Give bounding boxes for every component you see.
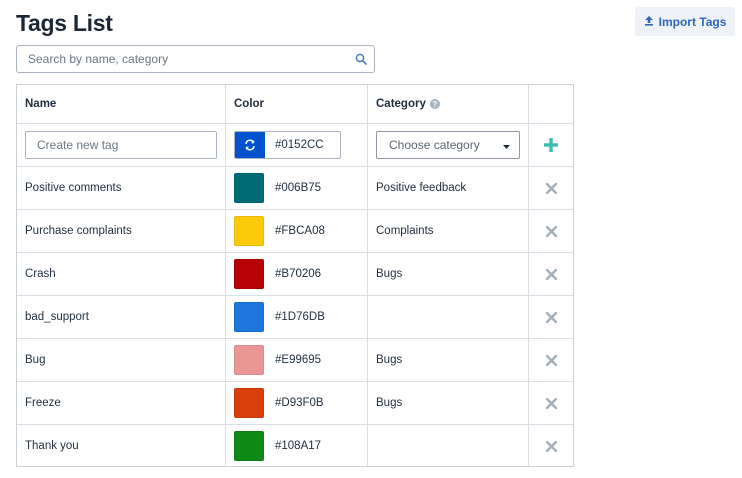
color-swatch[interactable] xyxy=(234,431,264,461)
header-category: Category ? xyxy=(368,85,529,123)
tag-color-cell: #1D76DB xyxy=(226,296,368,338)
import-tags-label: Import Tags xyxy=(658,14,727,29)
tag-category: Positive feedback xyxy=(368,167,529,209)
tag-color-value: #E99695 xyxy=(275,354,322,366)
tag-color-cell: #E99695 xyxy=(226,339,368,381)
table-row: Freeze #D93F0B Bugs xyxy=(17,382,573,425)
close-icon[interactable] xyxy=(545,440,557,452)
color-swatch[interactable] xyxy=(234,259,264,289)
tag-name[interactable]: Purchase complaints xyxy=(17,210,226,252)
plus-icon[interactable] xyxy=(544,138,558,152)
close-icon[interactable] xyxy=(545,182,557,194)
tag-name[interactable]: Bug xyxy=(17,339,226,381)
header-color: Color xyxy=(226,85,368,123)
tag-color-value: #B70206 xyxy=(275,268,322,280)
tag-color-cell: #B70206 xyxy=(226,253,368,295)
new-tag-name-input[interactable] xyxy=(25,131,217,159)
tag-category: Bugs xyxy=(368,382,529,424)
tag-color-cell: #FBCA08 xyxy=(226,210,368,252)
refresh-icon[interactable] xyxy=(235,132,265,158)
tag-color-cell: #006B75 xyxy=(226,167,368,209)
color-swatch[interactable] xyxy=(234,216,264,246)
tag-rows: Positive comments #006B75 Positive feedbac… xyxy=(17,167,573,466)
tag-name[interactable]: Freeze xyxy=(17,382,226,424)
page-title: Tags List xyxy=(16,10,113,36)
new-tag-color-value[interactable]: #0152CC xyxy=(265,132,324,158)
import-tags-button[interactable]: Import Tags xyxy=(635,7,735,36)
table-row: Bug #E99695 Bugs xyxy=(17,339,573,382)
color-swatch[interactable] xyxy=(234,345,264,375)
search-input[interactable] xyxy=(17,52,348,66)
header-name: Name xyxy=(17,85,226,123)
color-swatch[interactable] xyxy=(234,388,264,418)
table-row: Positive comments #006B75 Positive feedbac… xyxy=(17,167,573,210)
color-swatch[interactable] xyxy=(234,302,264,332)
new-tag-category-select[interactable]: Choose category xyxy=(376,131,520,159)
new-tag-color-picker[interactable]: #0152CC xyxy=(234,131,341,159)
close-icon[interactable] xyxy=(545,268,557,280)
tag-color-value: #FBCA08 xyxy=(275,225,325,237)
close-icon[interactable] xyxy=(545,397,557,409)
upload-icon xyxy=(644,15,654,29)
new-tag-row: #0152CC Choose category xyxy=(17,124,573,167)
tag-color-value: #108A17 xyxy=(275,440,322,452)
close-icon[interactable] xyxy=(545,354,557,366)
tag-category: Complaints xyxy=(368,210,529,252)
close-icon[interactable] xyxy=(545,225,557,237)
close-icon[interactable] xyxy=(545,311,557,323)
table-row: Purchase complaints #FBCA08 Complaints xyxy=(17,210,573,253)
table-row: Thank you #108A17 xyxy=(17,425,573,466)
tag-name[interactable]: Thank you xyxy=(17,425,226,466)
tag-name[interactable]: Positive comments xyxy=(17,167,226,209)
tag-category xyxy=(368,296,529,338)
tag-category: Bugs xyxy=(368,253,529,295)
search-box xyxy=(16,45,375,73)
category-select-placeholder: Choose category xyxy=(389,138,480,152)
tag-category xyxy=(368,425,529,466)
table-row: Crash #B70206 Bugs xyxy=(17,253,573,296)
tag-color-cell: #108A17 xyxy=(226,425,368,466)
tag-color-value: #1D76DB xyxy=(275,311,325,323)
header-category-label: Category xyxy=(376,98,426,110)
tag-name[interactable]: bad_support xyxy=(17,296,226,338)
tag-name[interactable]: Crash xyxy=(17,253,226,295)
tag-category: Bugs xyxy=(368,339,529,381)
table-row: bad_support #1D76DB xyxy=(17,296,573,339)
caret-down-icon xyxy=(503,138,510,152)
question-circle-icon[interactable]: ? xyxy=(429,99,440,109)
tags-table: Name Color Category ? #0152CC Choose cat… xyxy=(16,84,574,467)
color-swatch[interactable] xyxy=(234,173,264,203)
tag-color-cell: #D93F0B xyxy=(226,382,368,424)
tag-color-value: #006B75 xyxy=(275,182,322,194)
table-header-row: Name Color Category ? xyxy=(17,85,573,124)
header-actions xyxy=(529,85,573,123)
tag-color-value: #D93F0B xyxy=(275,397,324,409)
search-icon[interactable] xyxy=(348,53,374,65)
